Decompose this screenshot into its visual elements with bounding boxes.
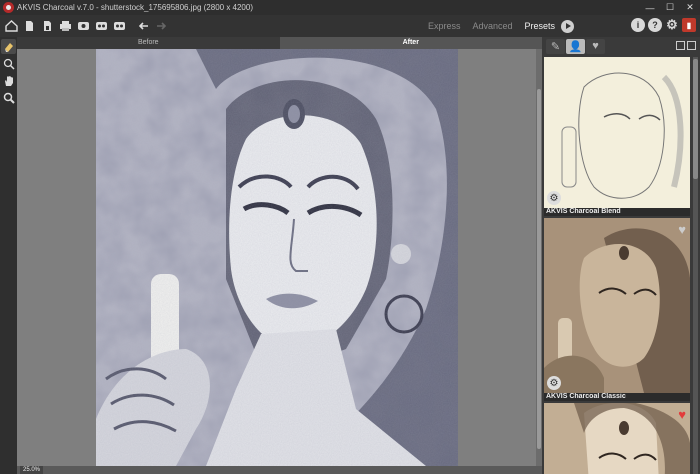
toolbar: Express Advanced Presets i ? ⚙ ▮ [0, 15, 700, 37]
preset-item[interactable]: ♥ [544, 403, 690, 474]
run-button[interactable] [561, 19, 575, 33]
list-view-icon[interactable] [676, 41, 685, 50]
open-icon[interactable] [21, 19, 38, 34]
favorites-icon[interactable]: ♥ [586, 38, 605, 54]
preset-item[interactable]: ♥ ⚙ AKVIS Charcoal Classic [544, 218, 690, 401]
redo-icon[interactable] [153, 19, 170, 34]
zoom-level[interactable]: 25.0% [20, 466, 44, 474]
title-bar: AKVIS Charcoal v.7.0 - shutterstock_1756… [0, 0, 700, 15]
presets-tabs: ✎ 👤 ♥ [542, 37, 700, 55]
hand-icon[interactable] [1, 73, 16, 88]
preset-label: AKVIS Charcoal Classic [544, 393, 690, 401]
canvas-area: Before After 25.0% [17, 37, 542, 474]
info-icon[interactable]: i [631, 18, 645, 32]
presets-panel: ✎ 👤 ♥ ⚙ AKVIS Charcoal Blend ♥ ⚙ AKVIS C… [542, 37, 700, 474]
status-bar: 25.0% [17, 466, 542, 474]
zoom-icon[interactable] [1, 90, 16, 105]
maximize-button[interactable]: ☐ [660, 0, 680, 15]
close-button[interactable]: ✕ [680, 0, 700, 15]
minimize-button[interactable]: — [640, 0, 660, 15]
mode-tabs: Express Advanced Presets [428, 15, 575, 37]
batch-icon[interactable] [75, 19, 92, 34]
undo-icon[interactable] [135, 19, 152, 34]
eraser-icon[interactable] [1, 39, 16, 54]
save-icon[interactable] [39, 19, 56, 34]
manual-icon[interactable]: ▮ [682, 18, 696, 32]
view-toggle [674, 41, 696, 50]
tab-presets[interactable]: Presets [525, 21, 556, 31]
app-window: AKVIS Charcoal v.7.0 - shutterstock_1756… [0, 0, 700, 474]
window-title: AKVIS Charcoal v.7.0 - shutterstock_1756… [17, 3, 253, 12]
print-icon[interactable] [57, 19, 74, 34]
favorite-heart-icon[interactable]: ♥ [678, 407, 686, 422]
preset-thumbnail: ♥ ⚙ [544, 218, 690, 393]
tab-advanced[interactable]: Advanced [473, 21, 513, 31]
before-icon[interactable] [93, 19, 110, 34]
window-controls: — ☐ ✕ [640, 0, 700, 15]
stamp-icon[interactable] [1, 56, 16, 71]
tab-express[interactable]: Express [428, 21, 461, 31]
settings-icon[interactable]: ⚙ [665, 17, 679, 32]
preset-item[interactable]: ⚙ AKVIS Charcoal Blend [544, 57, 690, 216]
before-after-tabs: Before After [17, 37, 542, 49]
app-logo-icon [3, 2, 14, 13]
right-tools: i ? ⚙ ▮ [628, 17, 696, 32]
help-icon[interactable]: ? [648, 18, 662, 32]
tools-sidebar [0, 37, 17, 474]
tab-after[interactable]: After [279, 37, 542, 49]
result-image[interactable] [96, 49, 458, 466]
user-presets-icon[interactable]: 👤 [566, 38, 585, 54]
presets-scrollbar[interactable] [693, 57, 698, 474]
tab-before[interactable]: Before [17, 37, 280, 49]
preset-settings-icon[interactable]: ⚙ [547, 191, 561, 205]
preset-settings-icon[interactable]: ⚙ [547, 376, 561, 390]
charcoal-portrait [96, 49, 458, 466]
favorite-heart-icon[interactable]: ♥ [678, 222, 686, 237]
preset-thumbnail: ⚙ [544, 57, 690, 208]
preset-label: AKVIS Charcoal Blend [544, 208, 690, 216]
home-icon[interactable] [3, 19, 20, 34]
grid-view-icon[interactable] [687, 41, 696, 50]
preset-list: ⚙ AKVIS Charcoal Blend ♥ ⚙ AKVIS Charcoa… [544, 57, 692, 474]
preset-thumbnail: ♥ [544, 403, 690, 474]
after-icon[interactable] [111, 19, 128, 34]
charcoal-presets-icon[interactable]: ✎ [546, 38, 565, 54]
